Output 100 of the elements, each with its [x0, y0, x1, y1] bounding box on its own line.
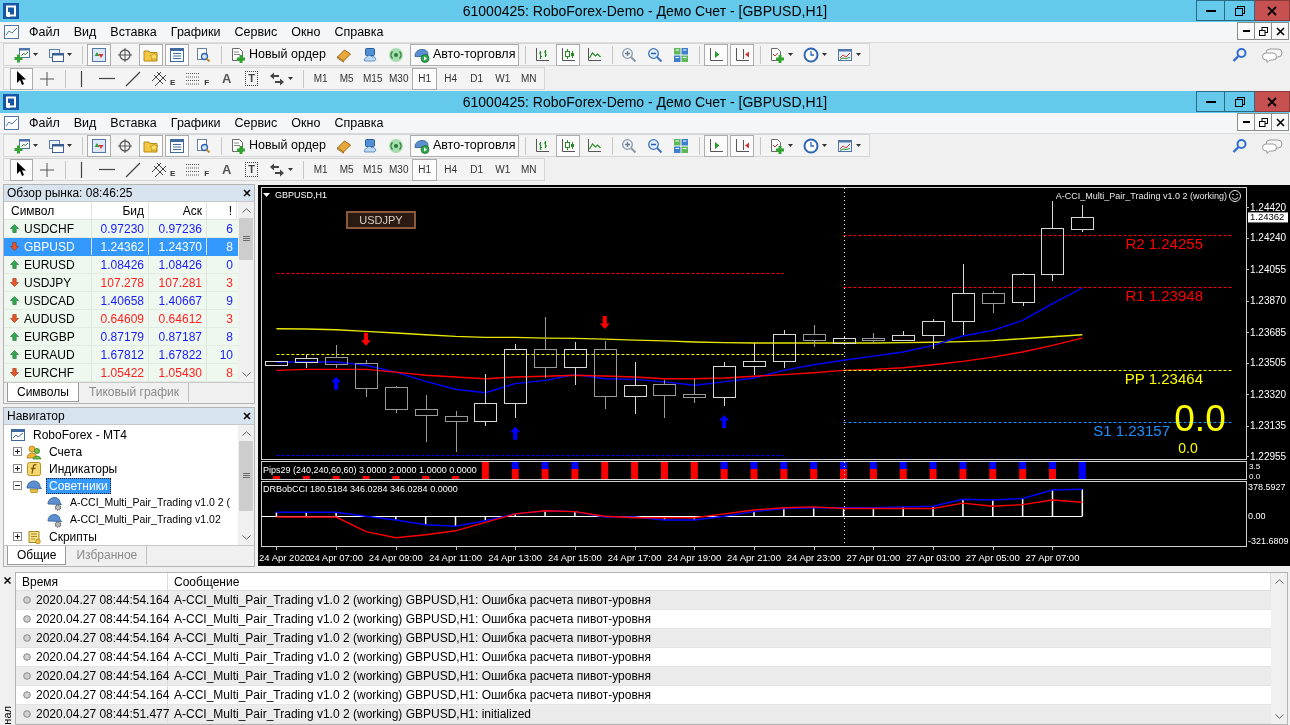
- menu-item[interactable]: Окно: [284, 22, 328, 42]
- minimize-button[interactable]: [1237, 22, 1255, 40]
- minimize-button[interactable]: [1196, 91, 1225, 112]
- search-icon[interactable]: [1232, 46, 1248, 63]
- table-row[interactable]: AUDUSD 0.64609 0.64612 3: [4, 310, 238, 328]
- timeframe-button[interactable]: H4: [438, 158, 464, 181]
- tree-item[interactable]: A-CCI_Multi_Pair_Trading v1.02: [67, 511, 224, 528]
- timeframe-button[interactable]: H4: [438, 67, 464, 90]
- plus-box-icon[interactable]: [13, 532, 22, 541]
- scrollbar-thumb[interactable]: [239, 218, 253, 260]
- menu-item[interactable]: Вставка: [103, 113, 164, 133]
- timeframe-button[interactable]: M1: [308, 67, 334, 90]
- toolbar-button[interactable]: Новый ордер: [226, 134, 330, 157]
- toolbar-button[interactable]: A: [215, 67, 239, 90]
- timeframe-button[interactable]: D1: [464, 67, 490, 90]
- toolbar-button[interactable]: [730, 134, 755, 157]
- tree-item[interactable]: Скрипты: [46, 528, 100, 545]
- scrollbar[interactable]: [1271, 573, 1287, 724]
- timeframe-button[interactable]: M30: [386, 67, 412, 90]
- menu-item[interactable]: Графики: [163, 113, 228, 133]
- tree-item[interactable]: A-CCI_Multi_Pair_Trading v1.0 2 (: [67, 494, 234, 511]
- column-header[interactable]: Символ: [4, 202, 92, 219]
- timeframe-button[interactable]: D1: [464, 158, 490, 181]
- menu-item[interactable]: Сервис: [227, 113, 285, 133]
- table-row[interactable]: USDCAD 1.40658 1.40667 9: [4, 292, 238, 310]
- menu-item[interactable]: Графики: [163, 22, 228, 42]
- close-button[interactable]: [1271, 22, 1289, 40]
- tab[interactable]: Символы: [7, 383, 79, 402]
- timeframe-button[interactable]: M1: [308, 158, 334, 181]
- minus-box-icon[interactable]: [13, 481, 22, 490]
- menu-item[interactable]: Вид: [66, 22, 104, 42]
- menu-item[interactable]: Сервис: [227, 22, 285, 42]
- timeframe-button[interactable]: M30: [386, 158, 412, 181]
- toolbar-button[interactable]: [704, 134, 729, 157]
- toolbar-button[interactable]: F: [181, 158, 214, 181]
- column-header[interactable]: Время: [16, 573, 168, 590]
- close-button[interactable]: [1271, 113, 1289, 131]
- menu-item[interactable]: Окно: [284, 113, 328, 133]
- table-row[interactable]: EURCHF 1.05422 1.05430 8: [4, 364, 238, 382]
- toolbar-button[interactable]: [10, 158, 33, 181]
- column-header[interactable]: Аск: [149, 202, 207, 219]
- chart-button[interactable]: USDJPY: [346, 211, 416, 229]
- scrollbar[interactable]: [238, 425, 254, 545]
- menu-item[interactable]: Справка: [327, 22, 391, 42]
- restore-button[interactable]: [1254, 22, 1272, 40]
- table-row[interactable]: EURGBP 0.87179 0.87187 8: [4, 328, 238, 346]
- timeframe-button[interactable]: MN: [516, 158, 542, 181]
- close-icon[interactable]: [4, 577, 11, 584]
- timeframe-button[interactable]: W1: [490, 67, 516, 90]
- toolbar-button[interactable]: [730, 43, 755, 66]
- close-icon[interactable]: [243, 189, 251, 197]
- menu-item[interactable]: Файл: [22, 22, 67, 42]
- table-row[interactable]: USDJPY 107.278 107.281 3: [4, 274, 238, 292]
- timeframe-button[interactable]: M5: [334, 67, 360, 90]
- toolbar-button[interactable]: T: [240, 67, 264, 90]
- chat-bubbles-icon[interactable]: [1262, 46, 1284, 63]
- toolbar-button[interactable]: E: [147, 158, 180, 181]
- minimize-button[interactable]: [1196, 0, 1225, 21]
- tree-item[interactable]: Счета: [46, 443, 86, 460]
- table-row[interactable]: EURUSD 1.08426 1.08426 0: [4, 256, 238, 274]
- scrollbar[interactable]: [238, 202, 254, 382]
- menu-item[interactable]: Вставка: [103, 22, 164, 42]
- chat-bubbles-icon[interactable]: [1262, 137, 1284, 154]
- toolbar-button[interactable]: F: [181, 67, 214, 90]
- timeframe-button[interactable]: H1: [412, 158, 438, 181]
- plus-box-icon[interactable]: [13, 464, 22, 473]
- toolbar-button[interactable]: A: [215, 158, 239, 181]
- toolbar-button[interactable]: Новый ордер: [226, 43, 330, 66]
- search-icon[interactable]: [1232, 137, 1248, 154]
- scrollbar-thumb[interactable]: [239, 441, 253, 511]
- timeframe-button[interactable]: MN: [516, 67, 542, 90]
- toolbar-button[interactable]: T: [240, 158, 264, 181]
- toolbar-button[interactable]: [556, 43, 581, 66]
- toolbar-button[interactable]: Авто-торговля: [409, 43, 520, 66]
- timeframe-button[interactable]: W1: [490, 158, 516, 181]
- plus-box-icon[interactable]: [13, 447, 22, 456]
- column-header[interactable]: Бид: [92, 202, 149, 219]
- timeframe-button[interactable]: M15: [360, 67, 386, 90]
- caret-icon: [288, 77, 294, 80]
- tab[interactable]: Общие: [7, 546, 67, 565]
- menu-item[interactable]: Файл: [22, 113, 67, 133]
- timeframe-button[interactable]: M15: [360, 158, 386, 181]
- menu-item[interactable]: Справка: [327, 113, 391, 133]
- table-row[interactable]: EURAUD 1.67812 1.67822 10: [4, 346, 238, 364]
- toolbar-button[interactable]: [704, 43, 729, 66]
- menu-item[interactable]: Вид: [66, 113, 104, 133]
- toolbar-button[interactable]: Авто-торговля: [409, 134, 520, 157]
- table-row[interactable]: USDCHF 0.97230 0.97236 6: [4, 220, 238, 238]
- timeframe-button[interactable]: M5: [334, 158, 360, 181]
- column-header[interactable]: !: [207, 202, 237, 219]
- toolbar-button[interactable]: E: [147, 67, 180, 90]
- restore-button[interactable]: [1254, 113, 1272, 131]
- tree-item[interactable]: Индикаторы: [46, 460, 121, 477]
- tree-item[interactable]: RoboForex - MT4: [30, 426, 131, 443]
- close-icon[interactable]: [243, 412, 251, 420]
- toolbar-button[interactable]: [556, 134, 581, 157]
- toolbar-button[interactable]: [10, 67, 33, 90]
- panel-tab-label[interactable]: нал: [2, 706, 13, 725]
- minimize-button[interactable]: [1237, 113, 1255, 131]
- timeframe-button[interactable]: H1: [412, 67, 438, 90]
